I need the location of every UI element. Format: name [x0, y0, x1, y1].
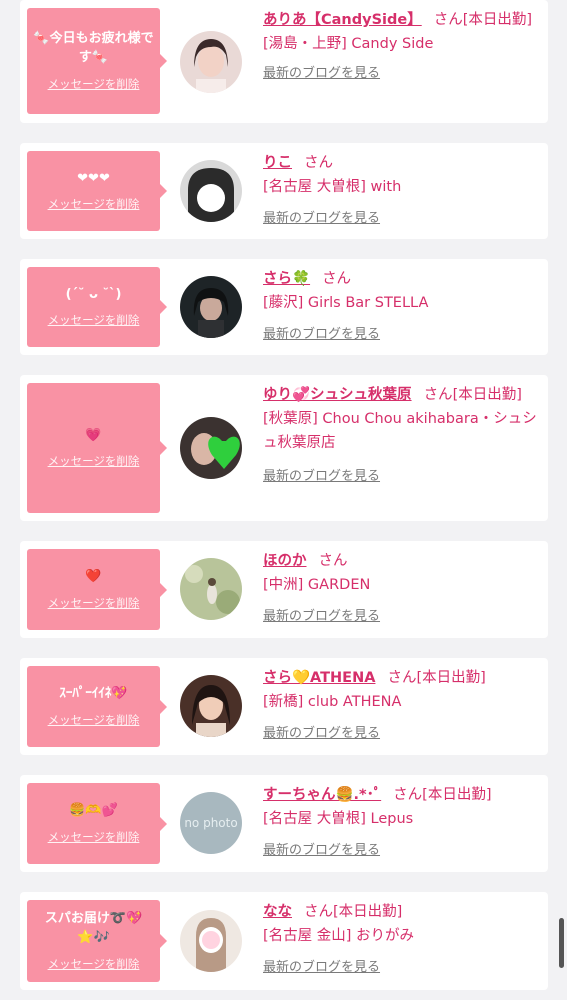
cast-name-link[interactable]: さら💛ATHENA	[263, 670, 375, 686]
blog-link[interactable]: 最新のブログを見る	[263, 62, 543, 86]
shop-label: [中洲] GARDEN	[263, 577, 371, 593]
message-bubble: (ˊ˘ ᴗ ˘ˋ) メッセージを削除	[27, 267, 167, 347]
honorific: さん	[304, 904, 333, 920]
delete-message-link[interactable]: メッセージを削除	[48, 712, 140, 728]
honorific: さん	[318, 553, 348, 569]
message-bubble: ｽｰﾊﾟｰｲｲﾈ💖 メッセージを削除	[27, 666, 167, 747]
shop-label: [名古屋 金山] おりがみ	[263, 928, 415, 944]
list-item: (ˊ˘ ᴗ ˘ˋ) メッセージを削除 さら🍀 さん [藤沢] Girls Bar …	[20, 259, 548, 355]
message-bubble: スパお届け➰💖⭐️🎶 メッセージを削除	[27, 900, 167, 982]
status-badge: [本日出勤]	[462, 12, 533, 28]
cast-info: ほのか さん [中洲] GARDEN 最新のブログを見る	[263, 549, 543, 629]
cast-name-link[interactable]: ありあ【CandySide】	[263, 12, 422, 28]
cast-name-link[interactable]: さら🍀	[263, 271, 310, 287]
avatar[interactable]	[180, 558, 242, 620]
shop-label: [藤沢] Girls Bar STELLA	[263, 295, 429, 311]
avatar[interactable]	[180, 417, 242, 479]
shop-label: [秋葉原] Chou Chou akihabara・シュシュ秋葉原店	[263, 411, 537, 451]
blog-link[interactable]: 最新のブログを見る	[263, 323, 543, 347]
message-bubble: ❤️ メッセージを削除	[27, 549, 167, 630]
cast-info: ゆり💞シュシュ秋葉原 さん[本日出勤] [秋葉原] Chou Chou akiha…	[263, 383, 543, 489]
avatar[interactable]: no photo	[180, 792, 242, 854]
no-photo-placeholder: no photo	[180, 792, 242, 854]
delete-message-link[interactable]: メッセージを削除	[48, 196, 140, 212]
blog-link[interactable]: 最新のブログを見る	[263, 956, 543, 980]
honorific: さん	[433, 12, 463, 28]
avatar[interactable]	[180, 276, 242, 338]
cast-info: ありあ【CandySide】 さん[本日出勤] [湯島・上野] Candy Sid…	[263, 8, 543, 86]
delete-message-link[interactable]: メッセージを削除	[48, 312, 140, 328]
list-item: ｽｰﾊﾟｰｲｲﾈ💖 メッセージを削除 さら💛ATHENA さん[本日出勤] [新橋…	[20, 658, 548, 755]
cast-name-link[interactable]: ほのか	[263, 553, 307, 569]
list-item: 🍔🫶💕 メッセージを削除 no photo すーちゃん🍔.*･ﾟ さん[本日出勤]…	[20, 775, 548, 872]
status-badge: [本日出勤]	[416, 670, 486, 686]
message-bubble: ❤❤❤ メッセージを削除	[27, 151, 167, 231]
cast-name-link[interactable]: りこ	[263, 155, 292, 171]
status-badge: [本日出勤]	[452, 387, 522, 403]
message-bubble: 🍬今日もお疲れ様です🍬 メッセージを削除	[27, 8, 167, 114]
list-item: ❤️ メッセージを削除 ほのか さん [中洲] GARDEN 最新のブログを見る	[20, 541, 548, 638]
avatar[interactable]	[180, 675, 242, 737]
cast-info: りこ さん [名古屋 大曽根] with 最新のブログを見る	[263, 151, 543, 231]
delete-message-link[interactable]: メッセージを削除	[48, 956, 140, 972]
message-text: スパお届け➰💖⭐️🎶	[44, 911, 143, 945]
delete-message-link[interactable]: メッセージを削除	[48, 829, 140, 845]
avatar[interactable]	[180, 160, 242, 222]
list-item: スパお届け➰💖⭐️🎶 メッセージを削除 なな さん[本日出勤] [名古屋 金山] …	[20, 892, 548, 990]
list-item: 🍬今日もお疲れ様です🍬 メッセージを削除 ありあ【CandySide】 さん[本日…	[20, 0, 548, 123]
cast-info: さら🍀 さん [藤沢] Girls Bar STELLA 最新のブログを見る	[263, 267, 543, 347]
cast-info: すーちゃん🍔.*･ﾟ さん[本日出勤] [名古屋 大曽根] Lepus 最新のブロ…	[263, 783, 543, 863]
message-text: 🍔🫶💕	[69, 803, 118, 819]
cast-name-link[interactable]: すーちゃん🍔.*･ﾟ	[263, 787, 381, 803]
avatar[interactable]	[180, 910, 242, 972]
scrollbar[interactable]	[559, 918, 564, 968]
list-item: 💗 メッセージを削除 ゆり💞シュシュ秋葉原 さん[本日出勤] [秋葉原] Chou…	[20, 375, 548, 521]
honorific: さん	[304, 155, 333, 171]
shop-label: [新橋] club ATHENA	[263, 694, 402, 710]
blog-link[interactable]: 最新のブログを見る	[263, 465, 543, 489]
message-text: 💗	[85, 427, 102, 443]
honorific: さん	[322, 271, 352, 287]
list-item: ❤❤❤ メッセージを削除 りこ さん [名古屋 大曽根] with 最新のブログを…	[20, 143, 548, 239]
avatar[interactable]	[180, 31, 242, 93]
message-text: ❤❤❤	[77, 170, 110, 186]
delete-message-link[interactable]: メッセージを削除	[48, 595, 140, 611]
status-badge: [本日出勤]	[422, 787, 492, 803]
cast-name-link[interactable]: ゆり💞シュシュ秋葉原	[263, 387, 412, 403]
blog-link[interactable]: 最新のブログを見る	[263, 722, 543, 746]
blog-link[interactable]: 最新のブログを見る	[263, 839, 543, 863]
message-bubble: 🍔🫶💕 メッセージを削除	[27, 783, 167, 864]
cast-info: なな さん[本日出勤] [名古屋 金山] おりがみ 最新のブログを見る	[263, 900, 543, 980]
message-text: ｽｰﾊﾟｰｲｲﾈ💖	[59, 686, 128, 702]
message-text: 🍬今日もお疲れ様です🍬	[33, 31, 154, 65]
shop-label: [名古屋 大曽根] with	[263, 179, 402, 195]
honorific: さん	[387, 670, 417, 686]
cast-name-link[interactable]: なな	[263, 904, 292, 920]
status-badge: [本日出勤]	[333, 904, 403, 920]
blog-link[interactable]: 最新のブログを見る	[263, 207, 543, 231]
blog-link[interactable]: 最新のブログを見る	[263, 605, 543, 629]
delete-message-link[interactable]: メッセージを削除	[48, 453, 140, 469]
cast-info: さら💛ATHENA さん[本日出勤] [新橋] club ATHENA 最新のブロ…	[263, 666, 543, 746]
delete-message-link[interactable]: メッセージを削除	[48, 76, 140, 92]
shop-label: [湯島・上野] Candy Side	[263, 36, 434, 52]
message-text: (ˊ˘ ᴗ ˘ˋ)	[65, 286, 122, 302]
message-text: ❤️	[85, 569, 102, 585]
message-bubble: 💗 メッセージを削除	[27, 383, 167, 513]
shop-label: [名古屋 大曽根] Lepus	[263, 811, 414, 827]
honorific: さん	[393, 787, 423, 803]
honorific: さん	[423, 387, 453, 403]
